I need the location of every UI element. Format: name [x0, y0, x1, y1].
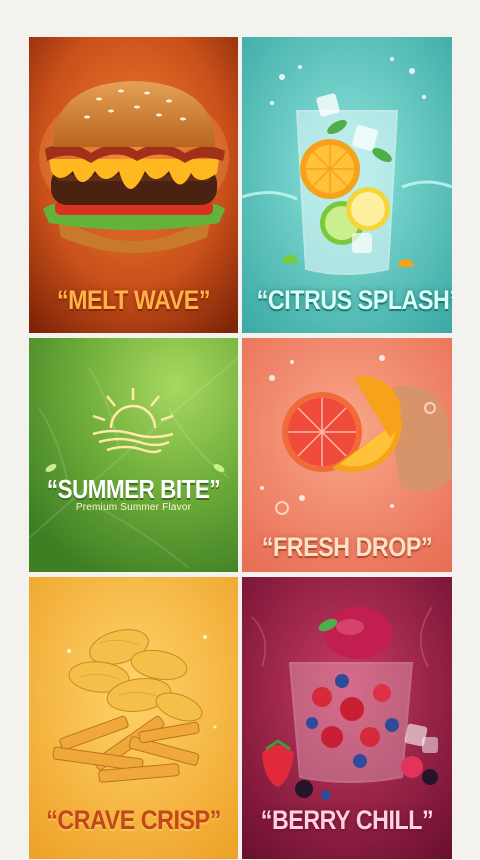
sun-logo-illustration — [29, 338, 238, 572]
poster-title: “SUMMER BITE” — [46, 474, 221, 504]
poster-title: “CITRUS SPLASH” — [256, 285, 452, 315]
poster-subtitle: Premium Summer Flavor — [75, 502, 192, 513]
poster-title: “BERRY CHILL” — [260, 805, 434, 835]
poster-title: “CRAVE CRISP” — [46, 805, 221, 835]
poster-fresh-drop[interactable]: “FRESH DROP” — [242, 338, 452, 572]
poster-summer-bite[interactable]: “SUMMER BITE” Premium Summer Flavor — [29, 338, 238, 572]
poster-grid: “MELT WAVE” “CITRUS SPLASH” “SUMMER BITE… — [0, 0, 480, 860]
poster-title: “FRESH DROP” — [261, 532, 433, 562]
poster-berry-chill[interactable]: “BERRY CHILL” — [242, 577, 452, 859]
poster-crave-crisp[interactable]: “CRAVE CRISP” — [29, 577, 238, 859]
poster-melt-wave[interactable]: “MELT WAVE” — [29, 37, 238, 333]
poster-title: “MELT WAVE” — [56, 285, 211, 315]
poster-citrus-splash[interactable]: “CITRUS SPLASH” — [242, 37, 452, 333]
